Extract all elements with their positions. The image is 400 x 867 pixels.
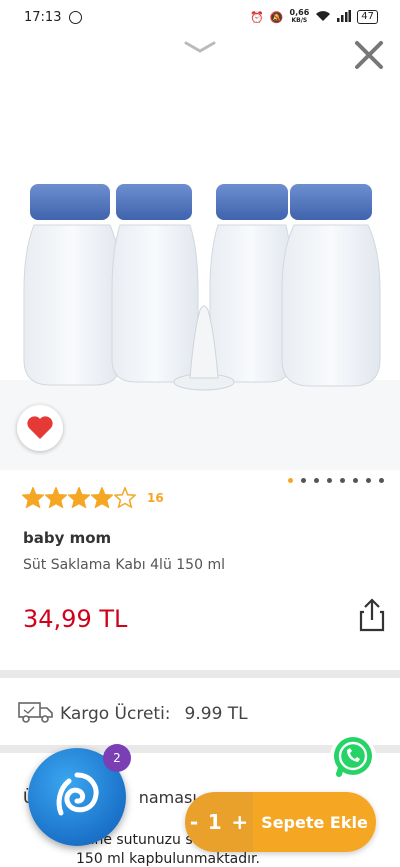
whatsapp-icon[interactable]	[330, 734, 376, 780]
star-filled-icon	[91, 487, 113, 508]
cargo-price: 9.99 TL	[184, 704, 248, 724]
quantity-decrease-button[interactable]: -	[190, 810, 198, 834]
favorite-heart-icon[interactable]	[17, 405, 63, 451]
quantity-value: 1	[207, 810, 222, 834]
quantity-stepper[interactable]: - 1 +	[185, 792, 253, 852]
add-to-cart-button[interactable]: Sepete Ekle	[253, 792, 376, 852]
star-filled-icon	[45, 487, 67, 508]
quantity-increase-button[interactable]: +	[231, 810, 248, 834]
status-time: 17:13	[24, 9, 62, 25]
bottle-3	[209, 184, 293, 383]
net-speed-value: 0,66	[289, 8, 310, 17]
mute-icon: 🔕	[269, 10, 284, 24]
pagination-dot[interactable]	[301, 478, 306, 483]
cart-bar: - 1 + Sepete Ekle	[185, 792, 376, 852]
product-brand[interactable]: baby mom	[23, 529, 111, 547]
pagination-dot[interactable]	[327, 478, 332, 483]
collapse-chevron-icon[interactable]	[184, 38, 216, 57]
pagination-dot[interactable]	[366, 478, 371, 483]
product-name: Süt Saklama Kabı 4lü 150 ml	[23, 557, 225, 573]
bottle-4	[281, 184, 381, 387]
net-speed: 0,66 KB/S	[290, 9, 310, 25]
alarm-icon: ⏰	[250, 10, 264, 24]
net-speed-unit: KB/S	[291, 17, 308, 24]
pagination-dot[interactable]	[288, 478, 293, 483]
cargo-info: Kargo Ücreti: 9.99 TL	[18, 700, 248, 728]
close-icon[interactable]	[352, 38, 386, 72]
pagination-dot[interactable]	[340, 478, 345, 483]
pagination-dot[interactable]	[353, 478, 358, 483]
star-empty-icon	[114, 487, 136, 508]
section-divider	[0, 670, 400, 678]
truck-icon	[18, 700, 54, 728]
product-price: 34,99 TL	[23, 605, 128, 633]
status-bar: 17:13 ⏰ 🔕 0,66 KB/S 47	[0, 0, 400, 34]
image-pagination[interactable]	[288, 478, 384, 483]
bottle-2	[111, 184, 199, 383]
pagination-dot[interactable]	[379, 478, 384, 483]
bottle-1	[23, 184, 122, 386]
whatsapp-notification-icon	[69, 10, 83, 24]
share-icon[interactable]	[358, 598, 386, 632]
notification-badge: 2	[103, 744, 131, 772]
swirl-logo-icon	[56, 772, 99, 816]
cargo-label: Kargo Ücreti:	[60, 704, 171, 724]
battery-indicator: 47	[357, 10, 378, 24]
star-filled-icon	[68, 487, 90, 508]
rating-stars[interactable]: 16	[22, 487, 164, 508]
star-filled-icon	[22, 487, 44, 508]
wifi-icon	[315, 10, 331, 25]
pagination-dot[interactable]	[314, 478, 319, 483]
signal-icon	[337, 9, 352, 25]
description-title-end: naması	[138, 788, 197, 807]
description-line: 150 ml kapbulunmaktadır.	[76, 851, 260, 867]
review-count[interactable]: 16	[147, 491, 164, 505]
